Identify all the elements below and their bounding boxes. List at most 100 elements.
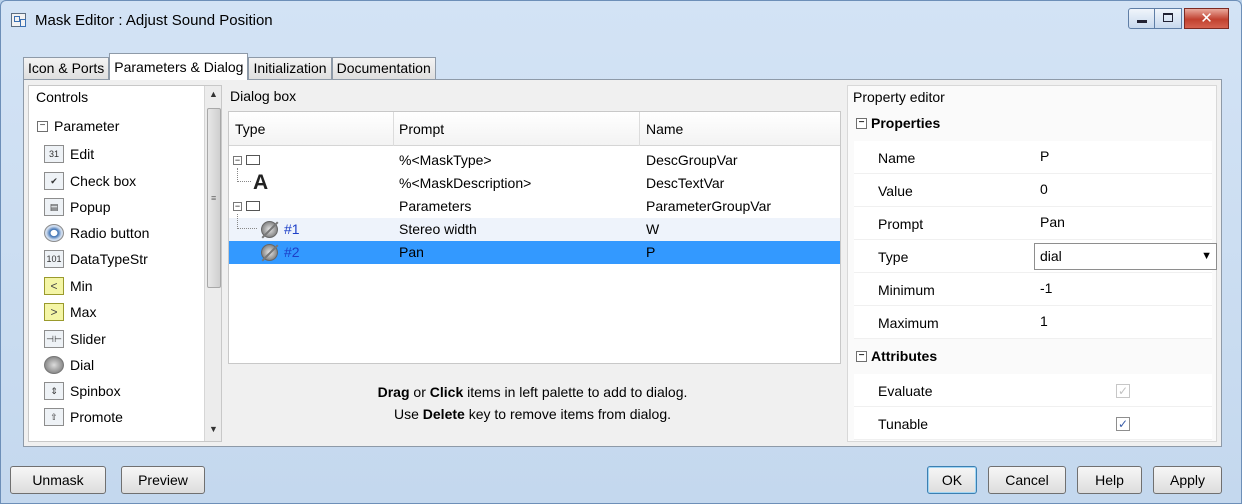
control-dial[interactable]: Dial [44,354,94,376]
hint-click: Click [429,384,464,400]
window-title: Mask Editor : Adjust Sound Position [35,12,273,29]
hint-line-2: Use Delete key to remove items from dial… [224,406,841,422]
tab-initialization[interactable]: Initialization [248,57,332,79]
control-radio-button[interactable]: Radio button [44,222,149,244]
tree-connector [237,214,257,229]
collapse-icon[interactable]: − [37,120,48,132]
attribute-row-evaluate[interactable]: Evaluate ✓ [854,374,1212,407]
mask-editor-window: Mask Editor : Adjust Sound Position ✕ Ic… [0,0,1242,504]
control-label: DataTypeStr [70,251,148,267]
control-datatypestr[interactable]: 101 DataTypeStr [44,248,148,270]
attribute-key: Evaluate [878,383,933,399]
property-key: Value [878,183,913,199]
control-max[interactable]: > Max [44,301,96,323]
control-promote[interactable]: ⇧ Promote [44,406,123,428]
control-popup[interactable]: ▤ Popup [44,196,110,218]
column-divider [393,112,394,146]
name-cell: DescTextVar [646,175,725,191]
property-value[interactable]: 1 [1040,313,1048,329]
apply-button[interactable]: Apply [1153,466,1222,494]
mask-editor-icon [11,13,26,27]
prompt-cell: %<MaskDescription> [399,175,532,191]
prompt-cell: %<MaskType> [399,152,492,168]
property-row-name[interactable]: Name P [854,141,1212,174]
control-check-box[interactable]: ✔ Check box [44,170,136,192]
dialog-tree-table: Type Prompt Name − %<MaskType> DescGroup… [228,111,841,364]
table-row[interactable]: #1 Stereo width W [229,214,840,241]
tunable-checkbox[interactable]: ✓ [1116,417,1130,431]
property-value[interactable]: -1 [1040,280,1052,296]
type-dropdown[interactable]: dial ▼ [1034,243,1217,270]
unmask-button[interactable]: Unmask [10,466,106,494]
control-slider[interactable]: ⊣⊢ Slider [44,328,106,350]
collapse-icon[interactable]: − [856,117,867,129]
property-value[interactable]: P [1040,148,1049,164]
table-row-selected[interactable]: #2 Pan P [229,241,840,264]
property-value[interactable]: 0 [1040,181,1048,197]
property-row-prompt[interactable]: Prompt Pan [854,207,1212,240]
attributes-section[interactable]: − Attributes [856,348,937,364]
title-bar[interactable]: Mask Editor : Adjust Sound Position ✕ [1,1,1241,41]
group-box-icon [246,155,260,165]
ok-button[interactable]: OK [927,466,977,494]
scrollbar-thumb[interactable]: ≡ [207,108,221,288]
column-prompt[interactable]: Prompt [399,121,444,137]
table-row[interactable]: A %<MaskDescription> DescTextVar [229,168,840,195]
minimize-button[interactable] [1128,8,1155,29]
table-row[interactable]: − Parameters ParameterGroupVar [229,195,840,218]
control-label: Edit [70,146,95,162]
name-cell: ParameterGroupVar [646,198,772,214]
column-divider [639,112,640,146]
property-row-type[interactable]: Type dial ▼ [854,240,1217,273]
popup-icon: ▤ [44,198,64,216]
tab-parameters-dialog[interactable]: Parameters & Dialog [109,53,249,80]
property-value[interactable]: Pan [1040,214,1065,230]
maximize-icon [1163,13,1173,22]
radio-icon [44,224,64,242]
control-label: Radio button [70,225,150,241]
edit-icon: 31 [44,145,64,163]
checkbox-icon: ✔ [44,172,64,190]
scroll-up-icon[interactable]: ▲ [209,89,218,99]
scroll-down-icon[interactable]: ▼ [209,424,218,434]
dropdown-arrow-icon[interactable]: ▼ [1201,244,1212,269]
cancel-button[interactable]: Cancel [988,466,1066,494]
hint-text: key to remove items from dialog. [464,406,671,422]
dialog-box-panel: Dialog box Type Prompt Name − %<MaskType… [224,85,841,442]
property-key: Prompt [878,216,924,232]
property-row-minimum[interactable]: Minimum -1 [854,273,1212,306]
parameter-group-label: Parameter [54,118,120,134]
maximize-button[interactable] [1155,8,1182,29]
properties-section[interactable]: − Properties [856,115,940,131]
prompt-cell: Parameters [399,198,472,214]
help-button[interactable]: Help [1077,466,1142,494]
hint-text: items in left palette to add to dialog. [463,384,688,400]
tab-documentation[interactable]: Documentation [331,57,436,79]
parameter-group[interactable]: − Parameter [37,118,119,134]
column-name[interactable]: Name [646,121,683,137]
type-selected-value: dial [1040,248,1062,264]
property-key: Maximum [878,315,939,331]
preview-button[interactable]: Preview [121,466,205,494]
collapse-icon[interactable]: − [856,350,867,362]
collapse-icon[interactable]: − [233,156,242,165]
control-spinbox[interactable]: ⇕ Spinbox [44,380,121,402]
controls-scrollbar[interactable]: ▲ ≡ ▼ [204,86,221,441]
attribute-row-tunable[interactable]: Tunable ✓ [854,407,1212,440]
tab-icon-ports[interactable]: Icon & Ports [23,57,110,79]
dialog-box-header: Dialog box [230,88,297,104]
control-label: Max [70,304,97,320]
property-row-maximum[interactable]: Maximum 1 [854,306,1212,339]
attribute-key: Tunable [878,416,929,432]
close-button[interactable]: ✕ [1184,8,1229,29]
name-cell: DescGroupVar [646,152,738,168]
name-cell: P [646,244,656,260]
control-edit[interactable]: 31 Edit [44,143,94,165]
collapse-icon[interactable]: − [233,202,242,211]
property-row-value[interactable]: Value 0 [854,174,1212,207]
window-controls: ✕ [1128,8,1229,29]
table-row[interactable]: − %<MaskType> DescGroupVar [229,149,840,172]
control-min[interactable]: < Min [44,275,93,297]
control-label: Min [70,278,93,294]
column-type[interactable]: Type [235,121,265,137]
